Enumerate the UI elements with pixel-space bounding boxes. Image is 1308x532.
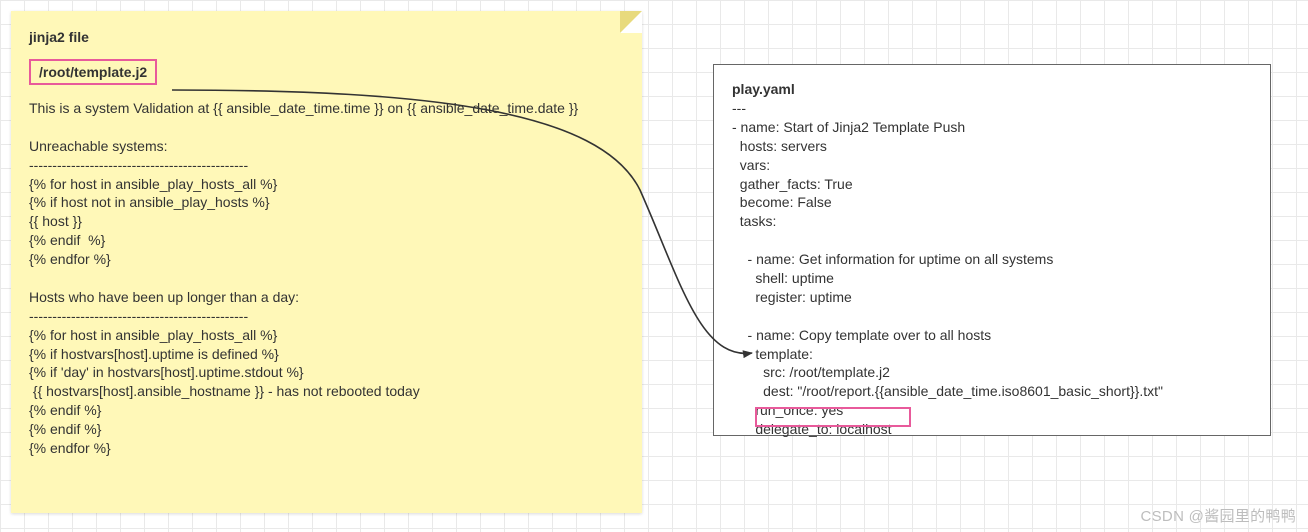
template-file-content: This is a system Validation at {{ ansibl… bbox=[29, 99, 624, 458]
yaml-content: --- - name: Start of Jinja2 Template Pus… bbox=[732, 99, 1252, 439]
yaml-title: play.yaml bbox=[732, 81, 1252, 97]
jinja2-note-card: jinja2 file /root/template.j2 This is a … bbox=[11, 11, 642, 513]
play-yaml-card: play.yaml --- - name: Start of Jinja2 Te… bbox=[713, 64, 1271, 436]
template-filepath-box: /root/template.j2 bbox=[29, 59, 157, 85]
watermark-text: CSDN @酱园里的鸭鸭 bbox=[1141, 505, 1297, 526]
note-title: jinja2 file bbox=[29, 29, 624, 45]
